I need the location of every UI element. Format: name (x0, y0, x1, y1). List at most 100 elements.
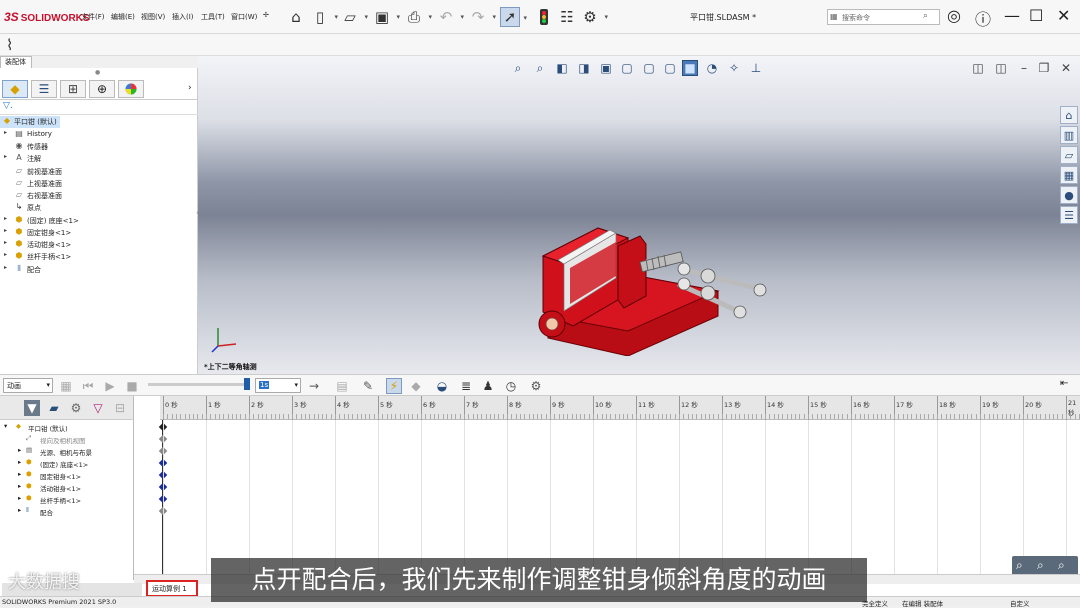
search-input[interactable]: 搜索命令 ▦ ⌕ (827, 9, 940, 25)
panel-grip-icon[interactable]: ● (95, 69, 100, 76)
motion-tree-camera-views[interactable]: ⤢ 视向及相机视图 (26, 434, 126, 446)
tree-item-fixed-jaw[interactable]: ▸ ⬢ 固定钳身<1> (0, 227, 150, 239)
playback-slider-thumb[interactable] (244, 378, 250, 390)
menu-tools[interactable]: 工具(T) (201, 12, 225, 22)
tree-item-movable-jaw[interactable]: ▸ ⬢ 活动钳身<1> (0, 239, 150, 251)
menu-view[interactable]: 视图(V) (141, 12, 165, 22)
motion-tree-lights-cameras[interactable]: ▸ ▤ 光源、相机与布景 (18, 446, 128, 458)
graphics-viewport[interactable]: ⌕ ⌕ ◧ ◨ ▣ ▢ ▢ ▢ ■ ◔ ✧ ⊥ ◫ ◫ – ❐ ✕ ⌂ ▥ ▱ … (198, 56, 1080, 374)
zoom-to-fit-icon[interactable]: ⌕ (1058, 558, 1065, 573)
tree-item-annotations[interactable]: ▸ A 注解 (0, 153, 150, 165)
maximize-icon[interactable]: ☐ (1029, 6, 1043, 25)
motion-tree-screw-handle[interactable]: ▸ ⬢ 丝杆手柄<1> (18, 494, 128, 506)
motion-study-tab[interactable]: 运动算例 1 (146, 580, 198, 597)
task-pane-home-icon[interactable]: ⌂ (1060, 106, 1078, 124)
study-type-select[interactable]: 动画 ▾ (3, 378, 53, 393)
expand-arrow-icon[interactable]: ▸ (4, 251, 7, 258)
solidworks-logo[interactable]: 3S SOLIDWORKS (4, 10, 90, 24)
file-explorer-icon[interactable]: ▱ (1060, 146, 1078, 164)
rebuild-traffic-light-icon[interactable] (534, 7, 554, 27)
motion-study-properties-icon[interactable]: ⚙ (528, 378, 544, 394)
help-icon[interactable]: ⓘ (975, 6, 991, 30)
design-library-icon[interactable]: ▥ (1060, 126, 1078, 144)
redo-icon[interactable]: ↷ (468, 7, 496, 27)
zoom-out-icon[interactable]: ⌕ (1037, 558, 1044, 573)
motion-tree-movable-jaw[interactable]: ▸ ⬢ 活动钳身<1> (18, 482, 128, 494)
contact-icon[interactable]: ♟ (480, 378, 496, 394)
previous-view-icon[interactable]: ◧ (554, 60, 570, 76)
tree-item-base[interactable]: ▸ ⬢ (固定) 底座<1> (0, 215, 150, 227)
play-from-start-icon[interactable]: ⏮ (80, 378, 96, 394)
expand-arrow-icon[interactable]: ▸ (18, 494, 21, 502)
filter-driving-icon[interactable]: ▰ (46, 400, 62, 416)
new-document-icon[interactable]: ▯ (310, 7, 338, 27)
menu-window[interactable]: 窗口(W) (231, 12, 257, 22)
tree-item-front-plane[interactable]: ▱ 前视基准面 (0, 166, 150, 178)
feature-manager-tab-icon[interactable]: ◆ (2, 80, 28, 98)
display-style-icon[interactable]: ▢ (641, 60, 657, 76)
viewport-restore-icon[interactable]: ❐ (1036, 60, 1052, 76)
appearances-scenes-icon[interactable]: ● (1060, 186, 1078, 204)
paperclip-icon[interactable]: ⌇ (6, 36, 13, 54)
gravity-icon[interactable]: ◷ (503, 378, 519, 394)
animation-wizard-icon[interactable]: ✎ (360, 378, 376, 394)
view-palette-icon[interactable]: ▦ (1060, 166, 1078, 184)
tree-root-item[interactable]: ◆ 平口钳 (默认) (0, 116, 60, 128)
configuration-manager-tab-icon[interactable]: ⊞ (60, 80, 86, 98)
spring-icon[interactable]: ≣ (458, 378, 474, 394)
viewport-close-icon[interactable]: ✕ (1058, 60, 1074, 76)
tree-item-sensors[interactable]: ◉ 传感器 (0, 141, 150, 153)
autokey-icon[interactable]: ⚡ (386, 378, 402, 394)
save-animation-icon[interactable]: ▤ (334, 378, 350, 394)
filter-animated-icon[interactable]: ▼ (24, 400, 40, 416)
tree-item-top-plane[interactable]: ▱ 上视基准面 (0, 178, 150, 190)
appearance-tab-icon[interactable] (118, 80, 144, 98)
tree-item-mates[interactable]: ▸ ⫴ 配合 (0, 264, 150, 276)
zoom-in-icon[interactable]: ⌕ (1016, 558, 1023, 573)
filter-icon[interactable]: ▽. (3, 101, 13, 111)
motor-icon[interactable]: ◒ (434, 378, 450, 394)
playback-speed-select[interactable]: 1s ▾ (255, 378, 301, 393)
menu-insert[interactable]: 插入(I) (172, 12, 194, 22)
tree-item-origin[interactable]: ↳ 原点 (0, 202, 150, 214)
open-folder-icon[interactable]: ▱ (340, 7, 368, 27)
tree-filter[interactable]: ▽. (0, 101, 198, 115)
zoom-to-area-icon[interactable]: ⌕ (532, 60, 548, 76)
motion-tree-base[interactable]: ▸ ⬢ (固定) 底座<1> (18, 458, 128, 470)
timeline-ruler[interactable]: 0 秒 1 秒 2 秒 3 秒 4 秒 5 秒 6 秒 7 秒 8 秒 9 秒 10 秒 11 秒 12… (160, 396, 1080, 420)
property-manager-tab-icon[interactable]: ☰ (31, 80, 57, 98)
expand-arrow-icon[interactable]: ▸ (4, 239, 7, 246)
filter-selected-icon[interactable]: ⚙ (68, 400, 84, 416)
apply-scene-icon[interactable]: ✧ (726, 60, 742, 76)
undo-icon[interactable]: ↶ (436, 7, 464, 27)
expand-arrow-icon[interactable]: ▾ (4, 422, 7, 430)
expand-arrow-icon[interactable]: ▸ (4, 215, 7, 222)
file-properties-icon[interactable]: ☷ (557, 7, 577, 27)
filter-results-icon[interactable]: ▽ (90, 400, 106, 416)
home-icon[interactable]: ⌂ (286, 7, 306, 27)
play-icon[interactable]: ▶ (102, 378, 118, 394)
collapse-all-icon[interactable]: ⊟ (112, 400, 128, 416)
pin-icon[interactable]: ✢ (263, 11, 269, 19)
expand-arrow-icon[interactable]: ▸ (4, 264, 7, 271)
expand-arrow-icon[interactable]: ▸ (18, 458, 21, 466)
expand-arrow-icon[interactable]: ▸ (18, 506, 21, 514)
assembly-tab[interactable]: 装配体 (0, 56, 32, 68)
tree-item-screw-handle[interactable]: ▸ ⬢ 丝杆手柄<1> (0, 251, 150, 263)
view-orientation-icon[interactable]: ▢ (619, 60, 635, 76)
add-update-key-icon[interactable]: ◆ (408, 378, 424, 394)
vise-model[interactable] (528, 216, 788, 356)
shaded-display-icon[interactable]: ■ (682, 60, 698, 76)
select-arrow-icon[interactable]: ➚ (500, 7, 527, 27)
calculate-icon[interactable]: ▦ (58, 378, 74, 394)
tile-right-icon[interactable]: ◫ (993, 60, 1009, 76)
tree-item-right-plane[interactable]: ▱ 右视基准面 (0, 190, 150, 202)
dimxpert-tab-icon[interactable]: ⊕ (89, 80, 115, 98)
edit-appearance-icon[interactable]: ◔ (704, 60, 720, 76)
menu-edit[interactable]: 编辑(E) (111, 12, 135, 22)
expand-arrow-icon[interactable]: ▸ (18, 470, 21, 478)
expand-arrow-icon[interactable]: ▸ (4, 129, 7, 136)
tree-item-history[interactable]: ▸ ▤ History (0, 129, 150, 141)
tile-left-icon[interactable]: ◫ (970, 60, 986, 76)
custom-properties-icon[interactable]: ☰ (1060, 206, 1078, 224)
